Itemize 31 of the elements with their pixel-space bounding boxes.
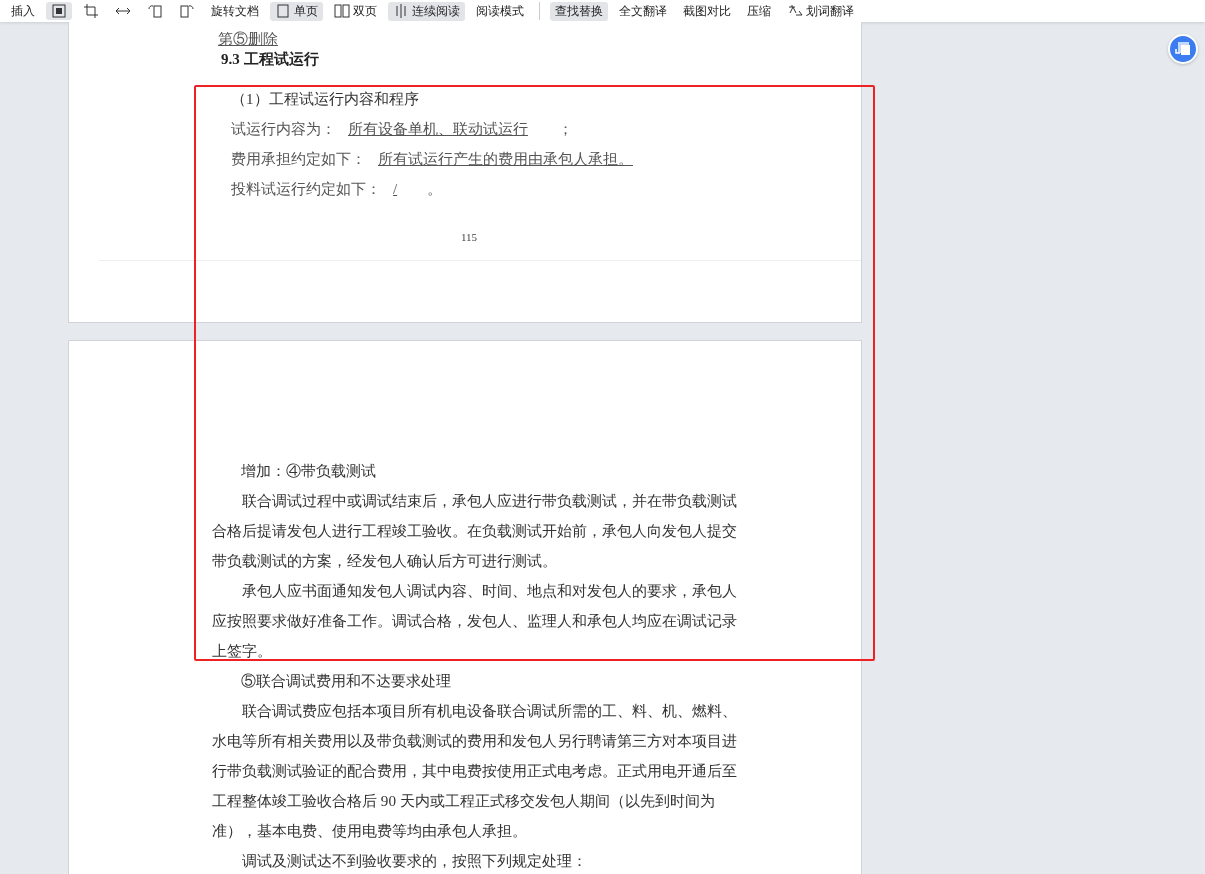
toolbar-button[interactable]: 截图对比 <box>678 1 736 21</box>
continuous-page-icon <box>393 3 409 19</box>
toolbar-button[interactable]: 阅读模式 <box>471 1 529 21</box>
single-page-icon <box>275 3 291 19</box>
toolbar-button[interactable]: 旋转文档 <box>206 1 264 21</box>
toolbar-button[interactable]: 插入 <box>6 1 40 21</box>
subsection-heading: 增加：④带负载测试 <box>241 462 376 481</box>
section-heading: 9.3 工程试运行 <box>221 50 319 69</box>
paragraph: 承包人应书面通知发包人调试内容、时间、地点和对发包人的要求，承包人应按照要求做好准备工作。调试合格，发包人、监理人和承包人均应在调试记录上签字。 <box>212 581 739 661</box>
page-number: 115 <box>461 231 478 243</box>
paragraph: 联合调试费应包括本项目所有机电设备联合调试所需的工、料、机、燃料、水电等所有相关费用以及带负载测试的费用和发包人另行聘请第三方对本项目进行带负载测试验证的配合费用，其中电费按使用正式电考虑。正式用电开通后至工程整体竣工验收合格后 90 天内或工程正式移交发包人期间（以先到时间为准），基本电费、使用电费等均由承包人承担。 <box>212 701 739 841</box>
toolbar-button[interactable]: 压缩 <box>742 1 776 21</box>
fill-in-line: 投料试运行约定如下： / 。 <box>231 180 443 199</box>
toolbar-button[interactable]: 查找替换 <box>550 1 608 21</box>
fill-in-line: 费用承担约定如下： 所有试运行产生的费用由承包人承担。 <box>231 150 634 169</box>
floating-action-button[interactable] <box>1168 34 1198 64</box>
document-icon <box>1175 41 1191 57</box>
fill-in-line: 试运行内容为： 所有设备单机、联动试运行 ； <box>231 120 573 139</box>
paragraph: 联合调试过程中或调试结束后，承包人应进行带负载测试，并在带负载测试合格后提请发包人进行工程竣工验收。在负载测试开始前，承包人向发包人提交带负载测试的方案，经发包人确认后方可进行测试。 <box>212 491 739 571</box>
image-icon[interactable] <box>46 2 72 20</box>
toolbar-button[interactable]: 划词翻译 <box>782 1 859 21</box>
toolbar-button[interactable]: 全文翻译 <box>614 1 672 21</box>
translate-icon <box>787 3 803 19</box>
deleted-clause-link[interactable]: 第⑤删除 <box>218 29 278 49</box>
subsection-heading: ⑤联合调试费用和不达要求处理 <box>241 672 451 691</box>
paragraph: 调试及测试达不到验收要求的，按照下列规定处理： <box>241 851 589 871</box>
subsection-heading: （1）工程试运行内容和程序 <box>231 90 419 109</box>
toolbar-button[interactable]: 连续阅读 <box>388 1 465 21</box>
toolbar-button[interactable]: 单页 <box>270 1 323 21</box>
toolbar-button[interactable]: 双页 <box>329 1 382 21</box>
double-page-icon <box>334 3 350 19</box>
